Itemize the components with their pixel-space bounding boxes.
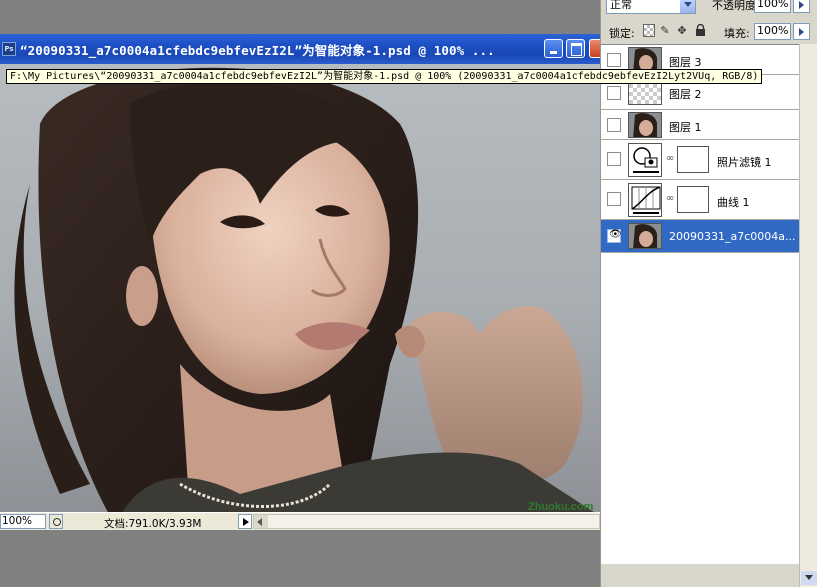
curves-adjustment-icon	[628, 183, 662, 217]
fill-slider-arrow-icon[interactable]	[793, 23, 810, 40]
layers-panel: 正常 不透明度: 100% 锁定: ✎ ✥ 填充: 100% 图层 3 图层 2	[600, 0, 817, 587]
layer-row-base-photo[interactable]: 👁 20090331_a7c0004a...	[601, 220, 799, 253]
layer-mask-thumbnail[interactable]	[677, 146, 709, 173]
photo-filter-adjustment-icon	[628, 143, 662, 177]
opacity-label: 不透明度:	[712, 0, 760, 12]
status-navigator-button[interactable]	[49, 514, 63, 529]
lock-transparent-icon[interactable]	[643, 24, 655, 37]
blend-mode-select[interactable]: 正常	[606, 0, 696, 14]
layer-name: 图层 3	[669, 56, 702, 69]
layer-mask-thumbnail[interactable]	[677, 186, 709, 213]
lock-label: 锁定:	[609, 27, 635, 40]
minimize-button[interactable]	[544, 39, 563, 58]
blend-mode-value: 正常	[610, 0, 632, 11]
layer-name: 图层 1	[669, 121, 702, 134]
document-path-tooltip: F:\My Pictures\“20090331_a7c0004a1cfebdc…	[6, 69, 763, 84]
lock-paint-icon[interactable]: ✎	[659, 24, 671, 37]
layer-thumbnail	[628, 112, 662, 138]
image-canvas[interactable]: Zhuoku.com	[0, 64, 600, 516]
lock-all-icon[interactable]	[694, 23, 706, 37]
fill-field[interactable]: 100%	[754, 23, 791, 40]
status-menu-arrow-icon[interactable]	[238, 514, 252, 529]
layer-thumbnail	[628, 223, 662, 249]
mask-link-icon[interactable]: ∞	[666, 153, 674, 164]
opacity-slider-arrow-icon[interactable]	[793, 0, 810, 13]
layers-vertical-scrollbar[interactable]	[799, 44, 817, 587]
scroll-left-icon[interactable]	[254, 515, 268, 528]
fill-label: 填充:	[724, 27, 750, 40]
maximize-button[interactable]	[566, 39, 585, 58]
layer-list: 图层 3 图层 2 图层 1 ∞ 照片滤镜 1 ∞ 曲线 1 👁 2009033…	[601, 44, 799, 564]
layer-name: 照片滤镜 1	[717, 156, 772, 169]
status-bar: 100% 文档:791.0K/3.93M	[0, 512, 600, 530]
visibility-toggle[interactable]	[607, 192, 621, 206]
horizontal-scrollbar[interactable]	[253, 514, 600, 529]
lock-move-icon[interactable]: ✥	[676, 24, 688, 37]
document-title: “20090331_a7c0004a1cfebdc9ebfevEzI2L”为智能…	[20, 43, 495, 58]
document-title-bar[interactable]: Ps “20090331_a7c0004a1cfebdc9ebfevEzI2L”…	[0, 34, 603, 64]
visibility-toggle[interactable]	[607, 53, 621, 67]
layer-row-layer-1[interactable]: 图层 1	[601, 110, 799, 140]
visibility-toggle[interactable]	[607, 86, 621, 100]
layer-row-photo-filter-1[interactable]: ∞ 照片滤镜 1	[601, 140, 799, 180]
layer-name: 曲线 1	[717, 196, 750, 209]
document-window: Ps “20090331_a7c0004a1cfebdc9ebfevEzI2L”…	[0, 34, 763, 530]
visibility-toggle[interactable]: 👁	[607, 229, 622, 243]
document-size-info: 文档:791.0K/3.93M	[104, 518, 202, 530]
layer-name: 图层 2	[669, 88, 702, 101]
chevron-down-icon[interactable]	[680, 0, 695, 13]
eye-icon: 👁	[609, 229, 622, 240]
mask-link-icon[interactable]: ∞	[666, 193, 674, 204]
portrait-photo: Zhuoku.com	[14, 67, 600, 516]
opacity-field[interactable]: 100%	[754, 0, 791, 13]
visibility-toggle[interactable]	[607, 152, 621, 166]
scroll-down-icon[interactable]	[801, 571, 817, 585]
layer-name: 20090331_a7c0004a...	[669, 230, 796, 243]
layer-row-curves-1[interactable]: ∞ 曲线 1	[601, 180, 799, 220]
photoshop-document-icon: Ps	[2, 42, 16, 56]
visibility-toggle[interactable]	[607, 118, 621, 132]
zoom-level-field[interactable]: 100%	[0, 514, 46, 529]
